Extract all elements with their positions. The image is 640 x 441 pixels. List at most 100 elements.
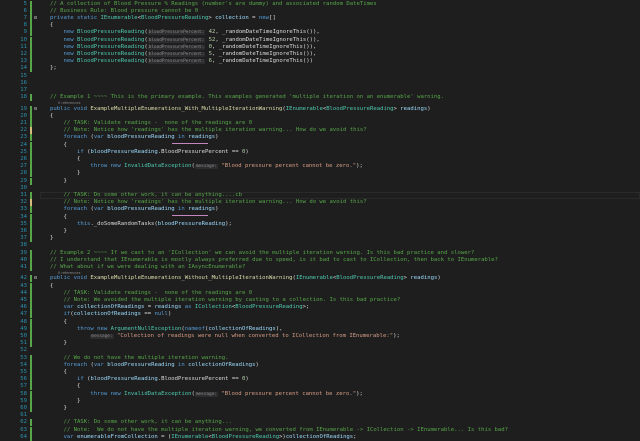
code-line[interactable]: 44 // TASK: Validate readings - none of …: [0, 289, 640, 297]
collapse-icon[interactable]: ⊟: [34, 276, 39, 281]
code-line[interactable]: 54 foreach (var bloodPressureReading in …: [0, 361, 640, 369]
code-line[interactable]: 55 {: [0, 368, 640, 377]
code-token: BloodPressureReading: [76, 50, 145, 57]
code-line[interactable]: 14};: [0, 65, 640, 73]
code-line[interactable]: 52: [0, 347, 640, 354]
code-line[interactable]: 29 }: [0, 177, 640, 185]
line-number: 5: [23, 0, 27, 7]
code-line[interactable]: 47 if(collectionOfReadings == null): [0, 311, 640, 319]
code-line[interactable]: 59 }: [0, 397, 640, 405]
change-indicator: [30, 65, 32, 73]
parameter-hint: bloodPressurePercent:: [147, 37, 206, 43]
warning-squiggle[interactable]: [172, 141, 208, 144]
code-line[interactable]: 28 }: [0, 170, 640, 178]
line-number: 56: [20, 376, 27, 383]
collapse-icon[interactable]: ⊟: [34, 106, 39, 112]
code-token: collectionOfReadings: [208, 325, 276, 332]
code-text: // A collection of Blood Pressure % Read…: [50, 1, 377, 8]
code-token: , _randomDateTimeIgnoreThis()),: [211, 50, 317, 57]
parameter-hint: message:: [194, 164, 218, 170]
code-line[interactable]: 7 ⊟ private static IEnumerable<BloodPressu…: [0, 14, 640, 23]
code-line[interactable]: 8{: [0, 22, 640, 30]
code-line[interactable]: 60 }: [0, 404, 640, 413]
code-line[interactable]: 19 ⊟ public void ExampleMultipleEnumeratio…: [0, 105, 640, 113]
code-line[interactable]: 37}: [0, 235, 640, 243]
code-line[interactable]: 41 // What about if we were dealing with …: [0, 263, 640, 272]
code-token: readings: [410, 275, 438, 282]
code-line[interactable]: 45 // Note: We avoided the multiple iter…: [0, 296, 640, 305]
code-line[interactable]: 40 // I understand that IEnumerable is mo…: [0, 256, 640, 264]
change-indicator: [30, 155, 32, 164]
code-line[interactable]: 24 {: [0, 141, 640, 149]
code-line[interactable]: 15: [0, 73, 640, 80]
code-line[interactable]: 5 // A collection of Blood Pressure % Rea…: [0, 0, 640, 8]
code-line[interactable]: 31 // TASK: Do some other work, it can b…: [0, 191, 640, 200]
code-token: ;: [353, 433, 357, 440]
code-line[interactable]: 42 ⊟ public void ExampleMultipleEnumeratio…: [0, 275, 640, 283]
code-text: // Example 1 ~~~~ This is the primary ex…: [50, 94, 444, 101]
code-line[interactable]: 30: [0, 185, 640, 192]
code-text: }: [50, 398, 80, 405]
code-token: readings: [154, 304, 185, 311]
change-indicator: [30, 404, 32, 413]
line-number: 17: [20, 86, 27, 93]
code-text: // Note: Notice how 'readings' has the m…: [50, 199, 367, 206]
code-line[interactable]: 18 // Example 1 ~~~~ This is the primary …: [0, 94, 640, 102]
code-line[interactable]: 34 {: [0, 213, 640, 221]
code-line[interactable]: 64 var enumerableFromCollection = (IEnum…: [0, 433, 640, 441]
code-line[interactable]: 61: [0, 412, 640, 419]
code-line[interactable]: 27 throw new InvalidDataException(messag…: [0, 163, 640, 171]
line-number: 49: [20, 325, 27, 332]
code-line[interactable]: 35 this._doSomeRandomTasks(bloodPressure…: [0, 220, 640, 228]
code-line[interactable]: 63 // Note: We do not have the multiple …: [0, 426, 640, 434]
line-number: 7: [23, 14, 27, 21]
code-line[interactable]: 38: [0, 242, 640, 249]
code-line[interactable]: 58 throw new InvalidDataException(messag…: [0, 390, 640, 398]
code-line[interactable]: 9 new BloodPressureReading(bloodPressure…: [0, 29, 640, 37]
code-token: foreach: [63, 361, 91, 368]
code-token: new: [63, 29, 77, 36]
code-text: };: [50, 65, 57, 72]
code-token: }: [50, 170, 81, 177]
code-line[interactable]: 23 foreach (var bloodPressureReading in …: [0, 134, 640, 142]
code-line[interactable]: 50 message: "Collection of readings were…: [0, 332, 640, 341]
code-line[interactable]: 39 // Example 2 ~~~~ If we cast to an 'IC…: [0, 249, 640, 257]
code-line[interactable]: 20 {: [0, 112, 640, 120]
code-line[interactable]: 10 new BloodPressureReading(bloodPressur…: [0, 36, 640, 44]
code-line[interactable]: 26 {: [0, 155, 640, 164]
code-text: public void ExampleMultipleEnumerations_…: [50, 106, 431, 113]
code-line[interactable]: 51 }: [0, 340, 640, 348]
code-line[interactable]: 6 // Business Rule: Blood pressure cannot…: [0, 7, 640, 15]
code-line[interactable]: 57 {: [0, 383, 640, 391]
code-token: BloodPressureReading: [211, 433, 280, 440]
code-token: ICollection: [194, 304, 232, 311]
code-line[interactable]: 12 new BloodPressureReading(bloodPressur…: [0, 50, 640, 59]
code-line[interactable]: 46 var collectionOfReadings = readings a…: [0, 304, 640, 312]
code-line[interactable]: 32 // Note: Notice how 'readings' has th…: [0, 199, 640, 207]
code-line[interactable]: 48 {: [0, 318, 640, 326]
code-line[interactable]: 33 foreach (var bloodPressureReading in …: [0, 206, 640, 214]
collapse-icon[interactable]: ⊟: [34, 15, 39, 21]
warning-squiggle[interactable]: [172, 213, 208, 216]
change-indicator: [30, 376, 32, 384]
code-line[interactable]: 49 throw new ArgumentNullException(nameo…: [0, 325, 640, 333]
code-line[interactable]: 56 if (bloodPressureReading.BloodPressur…: [0, 376, 640, 384]
code-line[interactable]: 17: [0, 87, 640, 94]
code-line[interactable]: 43 {: [0, 282, 640, 290]
code-text: public void ExampleMultipleEnumerations_…: [50, 275, 441, 282]
code-line[interactable]: 21 // TASK: Validate readings - none of …: [0, 119, 640, 128]
code-line[interactable]: 53 // We do not have the multiple iterat…: [0, 354, 640, 362]
code-token: "Blood pressure percent cannot be zero.": [221, 163, 357, 170]
code-token: // Note: Notice how 'readings' has the m…: [63, 199, 367, 206]
code-line[interactable]: 22 // Note: Notice how 'readings' has th…: [0, 127, 640, 135]
code-line[interactable]: 25 if (bloodPressureReading.BloodPressur…: [0, 148, 640, 156]
code-line[interactable]: 11 new BloodPressureReading(bloodPressur…: [0, 43, 640, 51]
code-line[interactable]: 16: [0, 80, 640, 87]
code-token: >): [279, 433, 286, 440]
change-indicator: [30, 296, 32, 305]
code-editor[interactable]: 5 // A collection of Blood Pressure % Rea…: [0, 0, 640, 441]
code-token: nameof: [184, 325, 205, 332]
code-line[interactable]: 36 }: [0, 227, 640, 236]
code-line[interactable]: 13 new BloodPressureReading(bloodPressur…: [0, 58, 640, 66]
